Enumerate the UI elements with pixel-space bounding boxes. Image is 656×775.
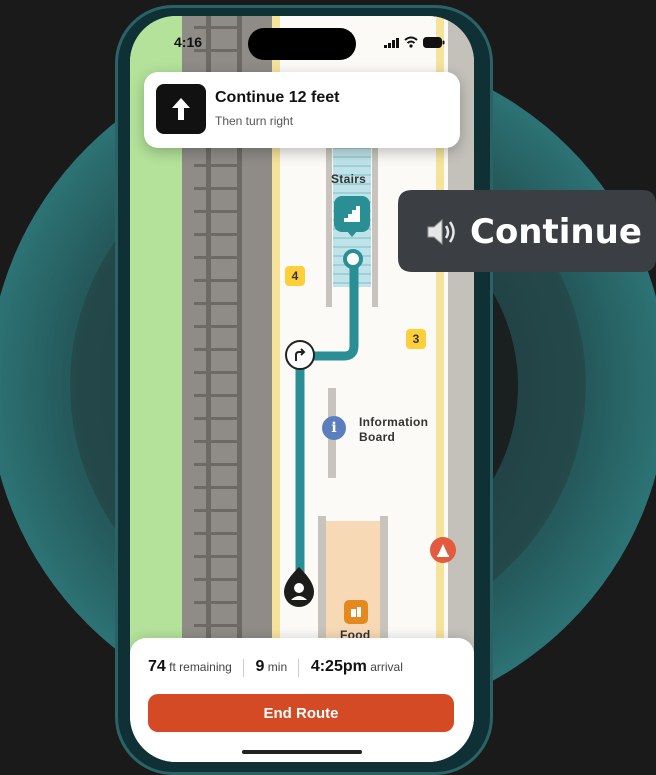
info-icon[interactable]: i <box>322 416 346 440</box>
info-board-label: Information Board <box>359 415 428 445</box>
status-bar: 4:16 <box>130 16 474 64</box>
end-route-button[interactable]: End Route <box>148 694 454 732</box>
platform-badge-4: 4 <box>285 266 305 286</box>
phone-screen: Stairs 4 3 i Information Board Food 4:16… <box>130 16 474 762</box>
food-icon[interactable] <box>344 600 368 624</box>
stairs-pin-tail <box>346 230 358 237</box>
instruction-title: Continue 12 feet <box>215 89 340 106</box>
platform-badge-3: 3 <box>406 329 426 349</box>
trip-panel: 74 ft remaining 9 min 4:25pm arrival End… <box>130 638 474 762</box>
wifi-icon <box>404 36 418 48</box>
signal-icon <box>384 38 399 48</box>
instruction-card[interactable]: Continue 12 feet Then turn right <box>144 72 460 148</box>
turn-right-icon <box>285 340 315 370</box>
duration-value: 9 <box>255 658 265 675</box>
info-board-label-line1: Information <box>359 415 429 429</box>
voice-prompt-text: Continue <box>470 212 642 252</box>
battery-icon <box>423 37 445 48</box>
user-location-icon <box>284 567 314 607</box>
distance-value: 74 <box>148 658 166 675</box>
divider <box>298 658 300 677</box>
speaker-icon <box>427 218 455 246</box>
distance-unit: ft remaining <box>169 660 232 674</box>
trip-stats: 74 ft remaining 9 min 4:25pm arrival <box>148 658 403 677</box>
traffic-cone-icon[interactable] <box>430 537 456 563</box>
duration-unit: min <box>267 660 288 674</box>
divider <box>243 658 245 677</box>
stairs-icon[interactable] <box>334 196 370 232</box>
dynamic-island <box>248 28 356 60</box>
arrival-time: 4:25pm <box>310 658 367 675</box>
up-arrow-icon <box>156 84 206 134</box>
arrival-label: arrival <box>370 660 403 674</box>
home-indicator[interactable] <box>242 750 362 754</box>
status-time: 4:16 <box>174 34 203 50</box>
info-board-label-line2: Board <box>359 430 396 444</box>
instruction-subtitle: Then turn right <box>215 114 294 128</box>
